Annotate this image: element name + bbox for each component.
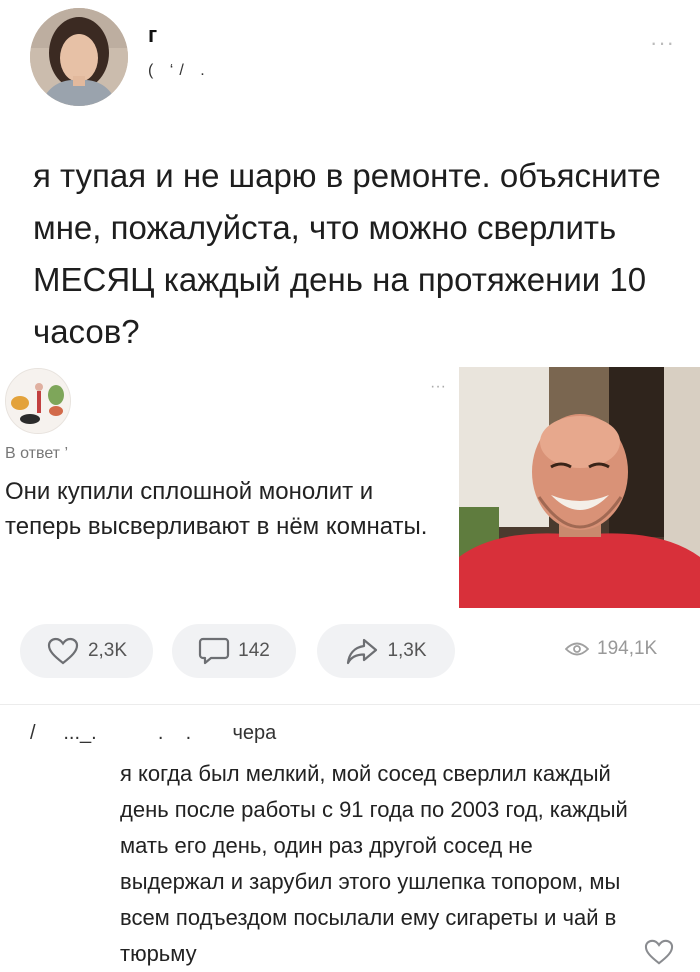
like-button[interactable]: 2,3K xyxy=(20,624,153,678)
eye-icon xyxy=(565,642,589,656)
author-meta: ( ‘/ . xyxy=(148,62,211,79)
comment-like-button[interactable] xyxy=(643,938,675,971)
divider xyxy=(0,704,700,705)
comment-button[interactable]: 142 xyxy=(172,624,296,678)
share-count: 1,3K xyxy=(387,640,427,661)
reply-more-button[interactable]: ··· xyxy=(430,378,446,396)
reply-avatar[interactable] xyxy=(5,368,71,434)
author-name[interactable]: г xyxy=(148,22,157,48)
reply-avatar-image xyxy=(6,369,70,433)
reply-text: Они купили сплошной монолит и теперь выс… xyxy=(5,478,428,540)
comment-text: я когда был мелкий, мой сосед сверлил ка… xyxy=(120,761,628,966)
share-icon xyxy=(347,638,378,665)
heart-icon xyxy=(47,637,79,665)
views-counter: 194,1K xyxy=(565,638,657,660)
reply-photo[interactable] xyxy=(459,367,700,608)
post-text: я тупая и не шарю в ремонте. объясните м… xyxy=(33,157,661,350)
author-avatar[interactable] xyxy=(30,8,128,106)
views-count: 194,1K xyxy=(597,638,658,659)
author-avatar-image xyxy=(30,8,128,106)
post-more-button[interactable]: ··· xyxy=(650,30,675,56)
comment-icon xyxy=(199,637,230,665)
heart-icon xyxy=(644,939,674,965)
share-button[interactable]: 1,3K xyxy=(317,624,455,678)
like-count: 2,3K xyxy=(87,640,128,661)
reply-meta: В ответ ’ xyxy=(5,445,69,462)
smiling-man-photo xyxy=(459,367,700,608)
comment-count: 142 xyxy=(238,640,270,661)
comment-meta: / ..._. . . чера xyxy=(30,722,277,744)
